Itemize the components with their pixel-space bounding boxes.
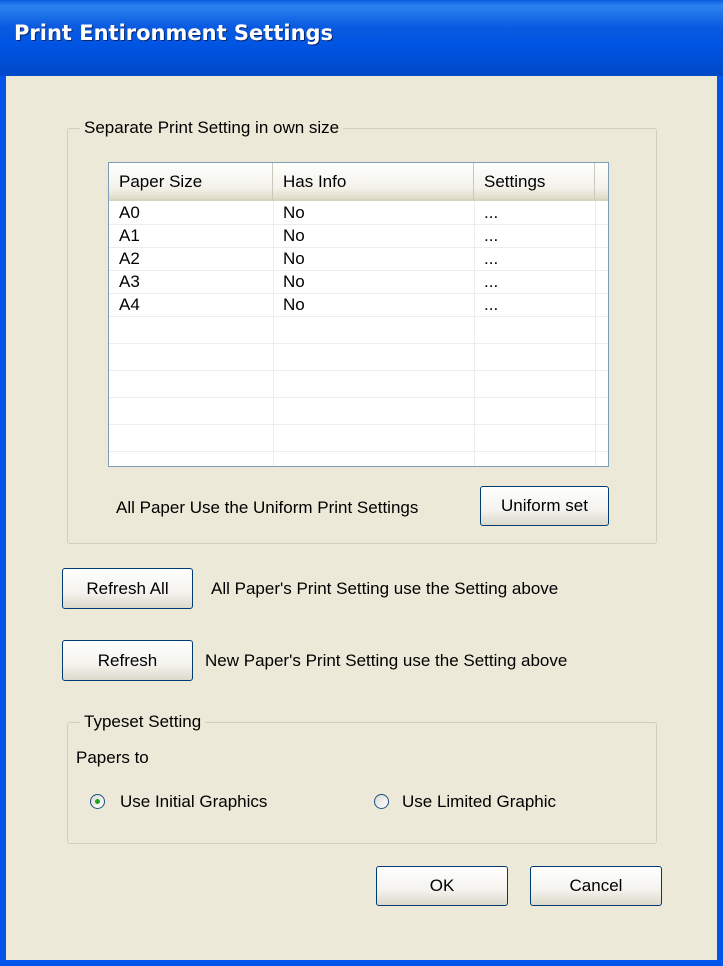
typeset-setting-legend: Typeset Setting [80, 712, 206, 732]
table-row[interactable]: A1 No ... [109, 226, 608, 249]
title-bar[interactable]: Print Entironment Settings [0, 0, 723, 76]
cell-settings: ... [484, 203, 499, 222]
refresh-all-button[interactable]: Refresh All [62, 568, 193, 609]
column-header-has-info[interactable]: Has Info [273, 163, 474, 201]
grid-horizontal-line [109, 343, 608, 344]
cell-paper-size: A2 [119, 249, 140, 268]
cell-paper-size: A4 [119, 295, 140, 314]
cell-paper-size: A1 [119, 226, 140, 245]
cell-settings: ... [484, 295, 499, 314]
refresh-all-description: All Paper's Print Setting use the Settin… [211, 579, 559, 598]
column-header-paper-size[interactable]: Paper Size [109, 163, 273, 201]
table-row[interactable]: A0 No ... [109, 203, 608, 226]
column-header-filler [595, 163, 608, 201]
refresh-description: New Paper's Print Setting use the Settin… [205, 651, 568, 670]
grid-horizontal-line [109, 397, 608, 398]
use-initial-graphics-label[interactable]: Use Initial Graphics [120, 792, 267, 812]
window-bottom-border [0, 960, 723, 966]
paper-size-table[interactable]: Paper Size Has Info Settings A0 No ... A… [108, 162, 609, 467]
grid-horizontal-line [109, 451, 608, 452]
cancel-button[interactable]: Cancel [530, 866, 662, 906]
use-initial-graphics-radio[interactable] [90, 794, 105, 809]
cell-has-info: No [283, 272, 305, 291]
cell-settings: ... [484, 226, 499, 245]
use-limited-graphics-label[interactable]: Use Limited Graphic [402, 792, 578, 812]
cell-has-info: No [283, 226, 305, 245]
window-title: Print Entironment Settings [14, 21, 334, 45]
table-header: Paper Size Has Info Settings [109, 163, 608, 201]
table-row[interactable]: A3 No ... [109, 272, 608, 295]
uniform-settings-text: All Paper Use the Uniform Print Settings [116, 498, 419, 517]
grid-horizontal-line [109, 370, 608, 371]
refresh-button[interactable]: Refresh [62, 640, 193, 681]
use-limited-graphics-radio[interactable] [374, 794, 389, 809]
cell-has-info: No [283, 203, 305, 222]
cell-settings: ... [484, 272, 499, 291]
window-right-border [717, 76, 723, 966]
column-header-settings[interactable]: Settings [474, 163, 595, 201]
papers-to-label: Papers to [76, 748, 149, 767]
grid-horizontal-line [109, 424, 608, 425]
cell-paper-size: A0 [119, 203, 140, 222]
separate-print-legend: Separate Print Setting in own size [80, 118, 344, 138]
ok-button[interactable]: OK [376, 866, 508, 906]
uniform-set-button[interactable]: Uniform set [480, 486, 609, 526]
cell-has-info: No [283, 295, 305, 314]
table-row[interactable]: A4 No ... [109, 295, 608, 318]
table-row[interactable]: A2 No ... [109, 249, 608, 272]
cell-has-info: No [283, 249, 305, 268]
cell-paper-size: A3 [119, 272, 140, 291]
typeset-setting-group [67, 722, 657, 844]
cell-settings: ... [484, 249, 499, 268]
radio-selected-dot [95, 799, 100, 804]
